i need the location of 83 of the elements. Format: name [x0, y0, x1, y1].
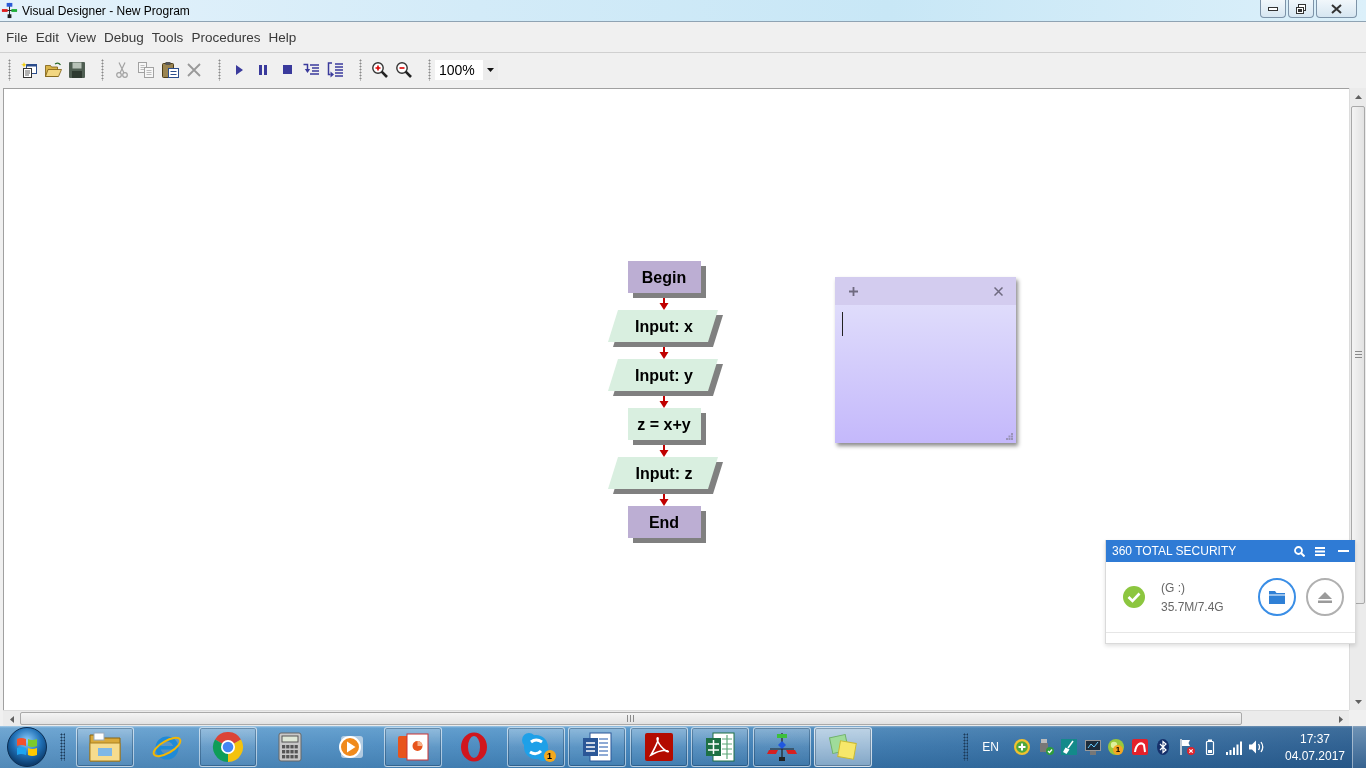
pause-icon[interactable] [259, 64, 267, 75]
grip-icon [60, 733, 65, 761]
scroll-left-arrow-icon[interactable] [9, 715, 14, 723]
flag-alert-icon[interactable] [1178, 739, 1195, 755]
restore-button[interactable] [1288, 0, 1314, 18]
connector-arrow [659, 444, 669, 457]
close-button[interactable] [1316, 0, 1357, 18]
check-circle-icon [1123, 586, 1145, 608]
umbrella-icon[interactable] [1131, 739, 1148, 755]
speaker-icon[interactable] [1249, 739, 1265, 755]
menu-item[interactable]: Tools [147, 27, 188, 47]
minimize-button[interactable] [1260, 0, 1286, 18]
language-indicator[interactable]: EN [982, 740, 999, 754]
scroll-up-arrow-icon[interactable] [1354, 94, 1362, 99]
menu-item[interactable]: File [2, 27, 32, 47]
drive-usage: 35.7M/7.4G [1161, 599, 1224, 614]
plus-circle-icon[interactable] [1014, 739, 1030, 755]
drive-label: (G :) [1161, 580, 1186, 595]
minimize-icon[interactable] [1268, 6, 1278, 11]
play-icon[interactable] [235, 64, 243, 75]
presentation-icon[interactable] [396, 732, 429, 762]
connector-arrow [659, 493, 669, 506]
signal-icon[interactable] [1225, 739, 1242, 755]
connector-arrow [659, 346, 669, 359]
clock-date[interactable]: 04.07.2017 [1284, 748, 1346, 763]
search-icon[interactable] [1294, 545, 1305, 557]
eject-button[interactable] [1306, 578, 1344, 616]
start-button[interactable] [6, 727, 48, 767]
monitor-icon[interactable] [1084, 739, 1101, 755]
taskbar-button[interactable] [383, 727, 442, 767]
usb-check-icon[interactable] [1037, 739, 1054, 755]
brush-icon[interactable] [1061, 739, 1077, 755]
taskbar-button[interactable] [76, 727, 134, 767]
grip-icon [101, 58, 104, 81]
wheel-logo-icon[interactable] [212, 732, 244, 762]
resize-grip-icon[interactable] [1006, 433, 1013, 440]
taskbar-button[interactable] [691, 727, 749, 767]
note-text-field[interactable] [835, 305, 1016, 443]
eject-icon[interactable] [1318, 591, 1332, 603]
folder-icon[interactable] [1269, 590, 1285, 604]
close-icon[interactable] [1331, 3, 1342, 14]
popup-title: 360 TOTAL SECURITY [1112, 544, 1238, 558]
spreadsheet-icon[interactable] [704, 732, 736, 762]
menu-item[interactable]: View [63, 27, 101, 47]
app-logo-icon [1, 2, 18, 19]
clock-time[interactable]: 17:37 [1300, 731, 1330, 746]
show-desktop-button[interactable] [1352, 726, 1366, 768]
scrollbar-thumb[interactable] [20, 712, 1243, 725]
notification-badge: 1 [1113, 745, 1123, 755]
taskbar-button[interactable] [629, 727, 688, 767]
grip-icon [428, 58, 431, 81]
scroll-down-arrow-icon[interactable] [1354, 699, 1362, 704]
connector-arrow [659, 297, 669, 310]
menu-item[interactable]: Edit [31, 27, 64, 47]
window-title: Visual Designer - New Program [22, 3, 190, 18]
taskbar-button[interactable] [199, 727, 257, 767]
scrollbar-thumb[interactable] [1351, 106, 1365, 605]
menu-icon[interactable] [1315, 546, 1325, 556]
connector-arrow [659, 395, 669, 408]
stop-icon[interactable] [282, 65, 292, 74]
taskbar-button[interactable] [814, 727, 872, 767]
menu-item[interactable]: Procedures [187, 27, 265, 47]
grip-icon [8, 58, 11, 81]
pdf-icon[interactable] [642, 732, 675, 762]
text-cursor-icon [842, 312, 843, 336]
grip-icon [963, 733, 969, 761]
menu-item[interactable]: Debug [100, 27, 148, 47]
grip-icon [218, 58, 221, 81]
zoom-combo[interactable]: 100% [435, 59, 498, 80]
plus-icon[interactable] [849, 286, 858, 296]
restore-icon[interactable] [1296, 3, 1306, 14]
taskbar-button[interactable] [568, 727, 626, 767]
document-icon[interactable] [581, 732, 613, 762]
folder-icon[interactable] [89, 732, 121, 762]
scroll-right-arrow-icon[interactable] [1338, 715, 1343, 723]
bluetooth-icon[interactable] [1155, 739, 1171, 755]
grip-icon [359, 58, 362, 81]
flowchart-icon[interactable] [765, 732, 798, 762]
taskbar-button[interactable]: 1 [506, 727, 565, 767]
taskbar-button[interactable] [752, 727, 811, 767]
menu-item[interactable]: Help [264, 27, 301, 47]
caret-icon[interactable] [487, 67, 494, 72]
open-folder-button[interactable] [1258, 578, 1296, 616]
